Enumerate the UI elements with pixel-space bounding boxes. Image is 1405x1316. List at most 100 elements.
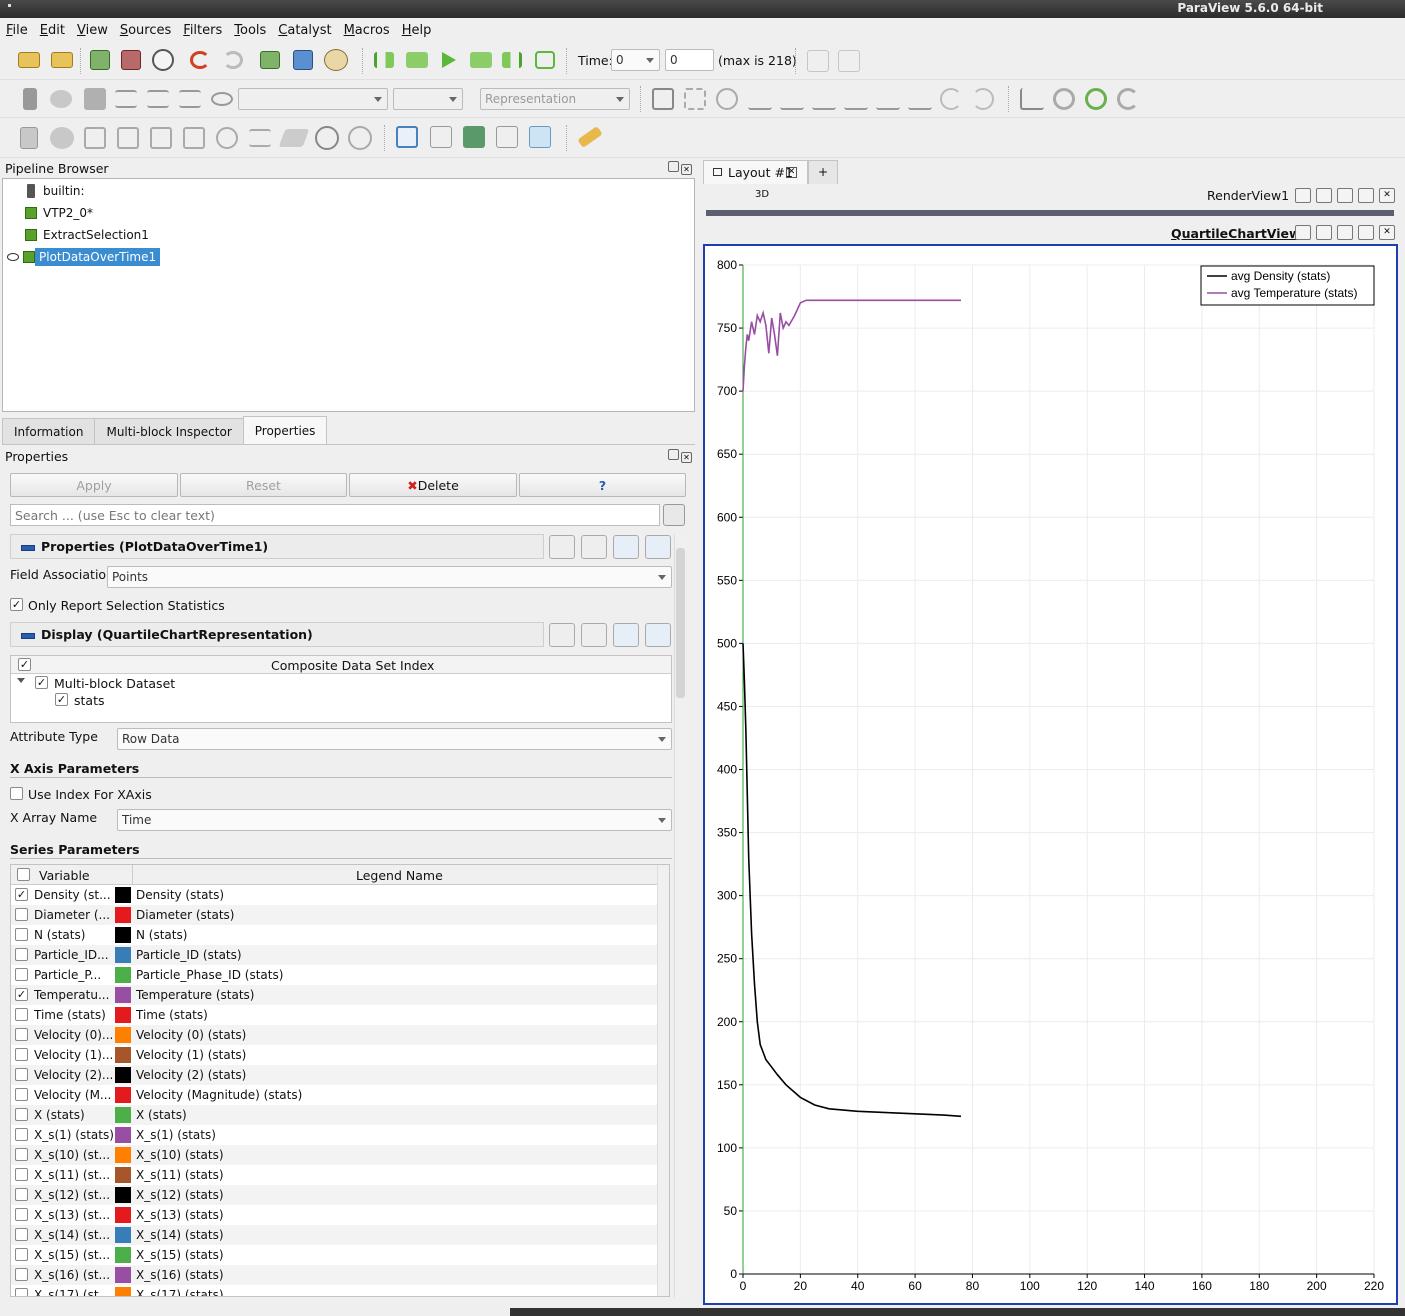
show-center-icon[interactable] [1053,88,1075,110]
auto-apply-icon[interactable] [152,49,174,71]
series-color-swatch[interactable] [115,1067,131,1083]
paste-icon[interactable] [581,535,607,559]
reset-center-icon[interactable] [1085,88,1107,110]
time-step-spinbox[interactable]: 0 [665,49,714,71]
show-hide-icon[interactable] [211,92,233,106]
series-color-swatch[interactable] [115,1047,131,1063]
series-row[interactable]: ✓ Density (st... Density (stats) [11,885,657,905]
window-menu-dot[interactable] [8,4,11,7]
help-button[interactable]: ? [519,473,686,497]
float-icon[interactable] [668,161,679,172]
series-color-swatch[interactable] [115,1207,131,1223]
series-legend-name[interactable]: X_s(16) (stats) [136,1268,224,1282]
series-row[interactable]: Velocity (M... Velocity (Magnitude) (stat… [11,1085,657,1105]
series-row[interactable]: X_s(11) (st... X_s(11) (stats) [11,1165,657,1185]
series-color-swatch[interactable] [115,1007,131,1023]
series-visible-checkbox[interactable] [15,1108,28,1121]
find-data-icon[interactable] [293,50,313,70]
rescale-visible-icon[interactable] [147,90,169,108]
close-view-icon[interactable]: ✕ [1379,225,1395,240]
series-color-swatch[interactable] [115,1167,131,1183]
series-legend-name[interactable]: X_s(13) (stats) [136,1208,224,1222]
reset-button[interactable]: Reset [180,473,347,497]
series-visible-checkbox[interactable] [15,928,28,941]
series-color-swatch[interactable] [115,1267,131,1283]
save-defaults-icon[interactable] [645,623,671,647]
layout-tab[interactable]: Layout #1 ✕ [703,160,808,184]
menu-catalyst[interactable]: Catalyst [278,23,331,38]
pipeline-item-plotdataovertime1[interactable]: PlotDataOverTime1 [7,247,161,267]
col-variable[interactable]: Variable [39,868,90,883]
eye-icon[interactable] [7,253,19,261]
maximize-icon[interactable] [1337,225,1353,240]
group-datasets-icon[interactable] [315,126,339,150]
pipeline-item-vtp2[interactable]: VTP2_0* [25,203,93,223]
series-visible-checkbox[interactable] [15,1208,28,1221]
representation-combo[interactable]: Representation [480,88,630,110]
series-color-swatch[interactable] [115,1287,131,1296]
toggle-color-legend-icon[interactable] [23,88,37,110]
rescale-temporal-icon[interactable] [179,90,201,108]
series-visible-checkbox[interactable] [15,1168,28,1181]
series-legend-name[interactable]: N (stats) [136,928,187,942]
series-legend-name[interactable]: Density (stats) [136,888,224,902]
plot-over-line-icon[interactable] [463,126,485,148]
pick-center-rotation-icon[interactable] [1117,88,1139,110]
maximize-icon[interactable] [1337,188,1353,203]
series-legend-name[interactable]: X_s(17) (stats) [136,1288,224,1296]
series-row[interactable]: Velocity (0)... Velocity (0) (stats) [11,1025,657,1045]
series-color-swatch[interactable] [115,907,131,923]
series-legend-name[interactable]: Temperature (stats) [136,988,254,1002]
series-row[interactable]: Velocity (2)... Velocity (2) (stats) [11,1065,657,1085]
restore-defaults-icon[interactable] [613,623,639,647]
save-defaults-icon[interactable] [645,535,671,559]
renderview-viewport[interactable] [706,210,1394,216]
series-row[interactable]: Velocity (1)... Velocity (1) (stats) [11,1045,657,1065]
series-all-checkbox[interactable] [17,868,30,881]
pipeline-item-builtin[interactable]: builtin: [27,181,85,201]
advanced-gear-icon[interactable] [663,504,685,526]
color-palette-icon[interactable] [324,49,348,71]
series-visible-checkbox[interactable] [15,1128,28,1141]
view-plus-x-icon[interactable] [748,88,772,110]
redo-icon[interactable] [223,51,243,69]
series-color-swatch[interactable] [115,1087,131,1103]
series-visible-checkbox[interactable] [15,1068,28,1081]
series-row[interactable]: X (stats) X (stats) [11,1105,657,1125]
close-icon[interactable]: ✕ [681,452,692,463]
series-visible-checkbox[interactable] [15,1148,28,1161]
series-visible-checkbox[interactable] [15,1008,28,1021]
series-legend-name[interactable]: Velocity (0) (stats) [136,1028,246,1042]
copy-icon[interactable] [549,623,575,647]
extract-subset-icon[interactable] [183,127,205,149]
series-color-swatch[interactable] [115,987,131,1003]
only-report-checkbox[interactable]: ✓ [10,598,23,611]
series-visible-checkbox[interactable] [15,1028,28,1041]
play-icon[interactable] [442,52,456,68]
series-legend-name[interactable]: X_s(12) (stats) [136,1188,224,1202]
series-visible-checkbox[interactable] [15,1268,28,1281]
series-row[interactable]: Particle_P... Particle_Phase_ID (stats) [11,965,657,985]
series-legend-name[interactable]: X_s(10) (stats) [136,1148,224,1162]
add-camera-link-icon[interactable] [838,50,860,72]
close-tab-icon[interactable]: ✕ [786,167,797,178]
edit-color-map-icon[interactable] [50,90,72,108]
menu-view[interactable]: View [77,23,108,38]
restore-defaults-icon[interactable] [613,535,639,559]
plot-data-over-time-icon[interactable] [496,126,518,148]
series-visible-checkbox[interactable] [15,1048,28,1061]
close-view-icon[interactable]: ✕ [1379,188,1395,203]
series-legend-name[interactable]: Velocity (Magnitude) (stats) [136,1088,302,1102]
series-legend-name[interactable]: Velocity (1) (stats) [136,1048,246,1062]
stats-checkbox[interactable]: ✓ [55,693,68,706]
loop-icon[interactable] [535,51,555,69]
center-axes-icon[interactable] [1020,88,1044,110]
reset-range-icon[interactable] [84,88,106,110]
series-legend-name[interactable]: X_s(11) (stats) [136,1168,224,1182]
menu-help[interactable]: Help [402,23,432,38]
rotate-minus-90-icon[interactable] [972,88,994,110]
threshold-icon[interactable] [150,127,172,149]
series-visible-checkbox[interactable] [15,908,28,921]
expand-arrow-icon[interactable] [17,678,25,683]
series-legend-name[interactable]: Diameter (stats) [136,908,234,922]
